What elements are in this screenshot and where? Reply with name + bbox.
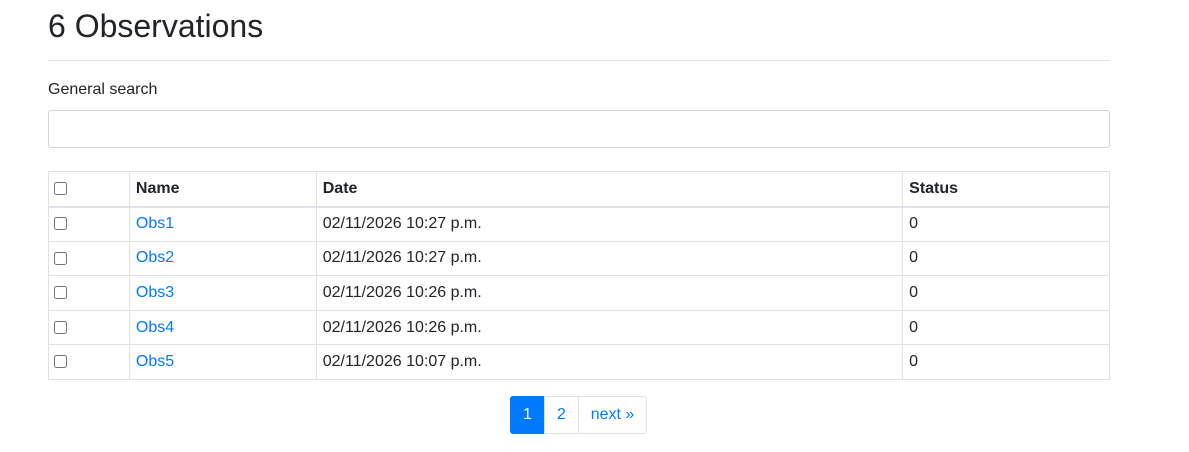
observation-link[interactable]: Obs2 xyxy=(136,249,174,266)
observation-link[interactable]: Obs4 xyxy=(136,319,174,336)
observation-status: 0 xyxy=(902,240,1110,277)
column-header-status[interactable]: Status xyxy=(902,171,1110,208)
row-checkbox[interactable] xyxy=(54,320,67,334)
column-header-name[interactable]: Name xyxy=(128,171,317,208)
table-row: Obs4 02/11/2026 10:26 p.m. 0 xyxy=(48,309,1110,346)
select-all-checkbox[interactable] xyxy=(54,182,67,196)
table-row: Obs1 02/11/2026 10:27 p.m. 0 xyxy=(48,206,1110,242)
observation-status: 0 xyxy=(902,309,1110,346)
row-checkbox[interactable] xyxy=(54,217,67,231)
row-checkbox[interactable] xyxy=(54,286,67,300)
select-all-cell xyxy=(48,171,130,208)
next-page-button[interactable]: next » xyxy=(578,396,647,434)
observation-date: 02/11/2026 10:26 p.m. xyxy=(315,275,904,311)
observation-status: 0 xyxy=(902,344,1110,380)
row-checkbox[interactable] xyxy=(54,355,67,369)
search-label: General search xyxy=(48,81,158,98)
page-2-button[interactable]: 2 xyxy=(544,396,579,434)
observation-status: 0 xyxy=(902,275,1110,311)
observation-link[interactable]: Obs5 xyxy=(136,353,174,370)
observations-page: 6 Observations General search Name Date … xyxy=(48,0,1110,380)
table-row: Obs5 02/11/2026 10:07 p.m. 0 xyxy=(48,344,1110,380)
table-header-row: Name Date Status xyxy=(48,171,1110,208)
pagination: 1 2 next » xyxy=(510,396,647,434)
observation-date: 02/11/2026 10:26 p.m. xyxy=(315,309,904,346)
general-search-input[interactable] xyxy=(48,110,1110,148)
page-title: 6 Observations xyxy=(48,0,1110,61)
observation-date: 02/11/2026 10:27 p.m. xyxy=(315,206,904,242)
observation-date: 02/11/2026 10:07 p.m. xyxy=(315,344,904,380)
table-row: Obs3 02/11/2026 10:26 p.m. 0 xyxy=(48,275,1110,311)
observation-link[interactable]: Obs1 xyxy=(136,215,174,232)
page-1-button[interactable]: 1 xyxy=(510,396,545,434)
column-header-date[interactable]: Date xyxy=(315,171,904,208)
observation-link[interactable]: Obs3 xyxy=(136,284,174,301)
row-checkbox[interactable] xyxy=(54,251,67,265)
observation-status: 0 xyxy=(902,206,1110,242)
observations-table: Name Date Status Obs1 02/11/2026 10:27 p… xyxy=(48,171,1110,380)
table-row: Obs2 02/11/2026 10:27 p.m. 0 xyxy=(48,240,1110,277)
observation-date: 02/11/2026 10:27 p.m. xyxy=(315,240,904,277)
